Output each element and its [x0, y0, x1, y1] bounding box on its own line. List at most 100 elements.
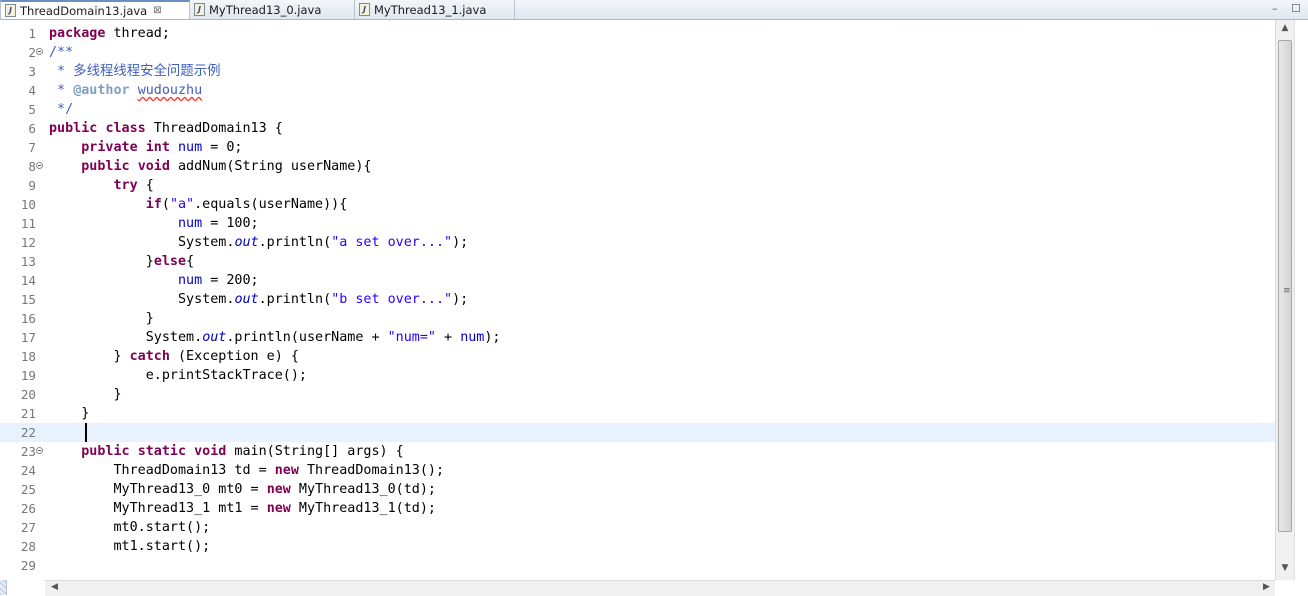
code-text: MyThread13_1 mt1 = new MyThread13_1(td); — [113, 501, 437, 516]
line-number: 11 — [20, 216, 36, 231]
code-text: public class ThreadDomain13 { — [49, 121, 283, 136]
line-number: 25 — [20, 482, 36, 497]
scroll-up-icon[interactable]: ▲ — [1276, 23, 1294, 33]
line-number: 7 — [28, 140, 36, 155]
code-text: * @author wudouzhu — [49, 83, 203, 98]
code-line: 3 * 多线程线程安全问题示例 — [0, 62, 1275, 81]
code-line: 19 e.printStackTrace(); — [0, 366, 1275, 385]
code-text: } — [113, 387, 122, 402]
line-number: 9 — [28, 178, 36, 193]
code-line: 1 package thread; — [0, 24, 1275, 43]
vertical-scrollbar[interactable]: ▲ ≡ ▼ — [1275, 20, 1294, 580]
line-number: 5 — [28, 102, 36, 117]
code-text: System.out.println("b set over..."); — [178, 292, 469, 307]
code-text: try { — [113, 178, 154, 193]
code-line: 9 try { — [0, 176, 1275, 195]
code-text: num = 200; — [178, 273, 259, 288]
code-text: e.printStackTrace(); — [145, 368, 307, 383]
tab-mythread13-1[interactable]: J MyThread13_1.java — [355, 0, 515, 19]
code-line: 18 } catch (Exception e) { — [0, 347, 1275, 366]
fold-collapse-icon[interactable] — [36, 162, 43, 169]
line-number: 22 — [20, 425, 36, 440]
scroll-left-icon[interactable]: ◀ — [51, 582, 58, 592]
code-line: 24 ThreadDomain13 td = new ThreadDomain1… — [0, 461, 1275, 480]
overview-ruler-right — [1294, 20, 1308, 580]
line-number: 27 — [20, 520, 36, 535]
code-line: 27 mt0.start(); — [0, 518, 1275, 537]
line-number: 21 — [20, 406, 36, 421]
code-text: * 多线程线程安全问题示例 — [49, 64, 221, 79]
tab-label: ThreadDomain13.java — [20, 3, 148, 18]
line-number: 17 — [20, 330, 36, 345]
code-line: 26 MyThread13_1 mt1 = new MyThread13_1(t… — [0, 499, 1275, 518]
tab-mythread13-0[interactable]: J MyThread13_0.java — [190, 0, 355, 19]
spelling-error-underline: wudouzhu — [137, 83, 203, 98]
code-line: 12 System.out.println("a set over..."); — [0, 233, 1275, 252]
code-text: public void addNum(String userName){ — [81, 159, 372, 174]
code-line: 10 if("a".equals(userName)){ — [0, 195, 1275, 214]
text-cursor — [85, 423, 87, 442]
code-line: 2 /** — [0, 43, 1275, 62]
code-text: private int num = 0; — [81, 140, 243, 155]
line-number: 23 — [20, 444, 36, 459]
editor-tab-bar: J ThreadDomain13.java ⊠ J MyThread13_0.j… — [0, 0, 1308, 20]
scrollbar-thumb[interactable]: ≡ — [1278, 40, 1292, 532]
line-number: 28 — [20, 539, 36, 554]
scroll-down-icon[interactable]: ▼ — [1276, 563, 1294, 573]
code-line: 11 num = 100; — [0, 214, 1275, 233]
code-text: if("a".equals(userName)){ — [145, 197, 348, 212]
line-number: 4 — [28, 83, 36, 98]
code-text: } catch (Exception e) { — [113, 349, 299, 364]
code-line: 15 System.out.println("b set over..."); — [0, 290, 1275, 309]
code-line: 29 — [0, 556, 1275, 575]
scroll-right-icon[interactable]: ▶ — [1263, 582, 1270, 592]
code-text: package thread; — [49, 26, 170, 41]
java-file-icon: J — [194, 3, 205, 16]
code-line: 16 } — [0, 309, 1275, 328]
tab-label: MyThread13_0.java — [209, 2, 322, 17]
line-number: 16 — [20, 311, 36, 326]
code-text: System.out.println(userName + "num=" + n… — [145, 330, 501, 345]
tab-label: MyThread13_1.java — [374, 2, 487, 17]
code-text: MyThread13_0 mt0 = new MyThread13_0(td); — [113, 482, 437, 497]
code-text: */ — [49, 102, 74, 117]
code-line: 6 public class ThreadDomain13 { — [0, 119, 1275, 138]
code-text: } — [81, 406, 90, 421]
code-line: 13 }else{ — [0, 252, 1275, 271]
horizontal-scrollbar[interactable]: ◀ ▶ — [45, 580, 1275, 596]
maximize-icon[interactable]: ☐ — [1291, 2, 1301, 15]
code-line: 28 mt1.start(); — [0, 537, 1275, 556]
fold-collapse-icon[interactable] — [36, 48, 43, 55]
line-number: 26 — [20, 501, 36, 516]
code-line: 5 */ — [0, 100, 1275, 119]
code-line: 4 * @author wudouzhu — [0, 81, 1275, 100]
code-text: mt1.start(); — [113, 539, 211, 554]
grip-icon: ≡ — [1283, 286, 1291, 296]
line-number: 14 — [20, 273, 36, 288]
line-number: 24 — [20, 463, 36, 478]
code-line: 14 num = 200; — [0, 271, 1275, 290]
line-number: 10 — [20, 197, 36, 212]
code-line: 23 public static void main(String[] args… — [0, 442, 1275, 461]
code-text: ThreadDomain13 td = new ThreadDomain13()… — [113, 463, 445, 478]
code-line: 20 } — [0, 385, 1275, 404]
fold-collapse-icon[interactable] — [36, 447, 43, 454]
tab-threaddomain13[interactable]: J ThreadDomain13.java ⊠ — [0, 0, 190, 19]
minimize-icon[interactable]: – — [1272, 2, 1278, 15]
line-number: 12 — [20, 235, 36, 250]
line-number: 1 — [28, 26, 36, 41]
code-line: 7 private int num = 0; — [0, 138, 1275, 157]
line-number: 15 — [20, 292, 36, 307]
java-file-icon: J — [5, 4, 16, 17]
line-number: 3 — [28, 64, 36, 79]
line-number: 2 — [28, 45, 36, 60]
line-number: 13 — [20, 254, 36, 269]
current-line-highlight: 22 — [0, 423, 1275, 442]
line-number: 18 — [20, 349, 36, 364]
close-tab-icon[interactable]: ⊠ — [153, 5, 161, 16]
java-file-icon: J — [359, 3, 370, 16]
line-number: 6 — [28, 121, 36, 136]
code-editor[interactable]: 1 package thread; 2 /** 3 * 多线程线程安全问题示例 … — [0, 20, 1308, 580]
code-line: 17 System.out.println(userName + "num=" … — [0, 328, 1275, 347]
code-line: 21 } — [0, 404, 1275, 423]
